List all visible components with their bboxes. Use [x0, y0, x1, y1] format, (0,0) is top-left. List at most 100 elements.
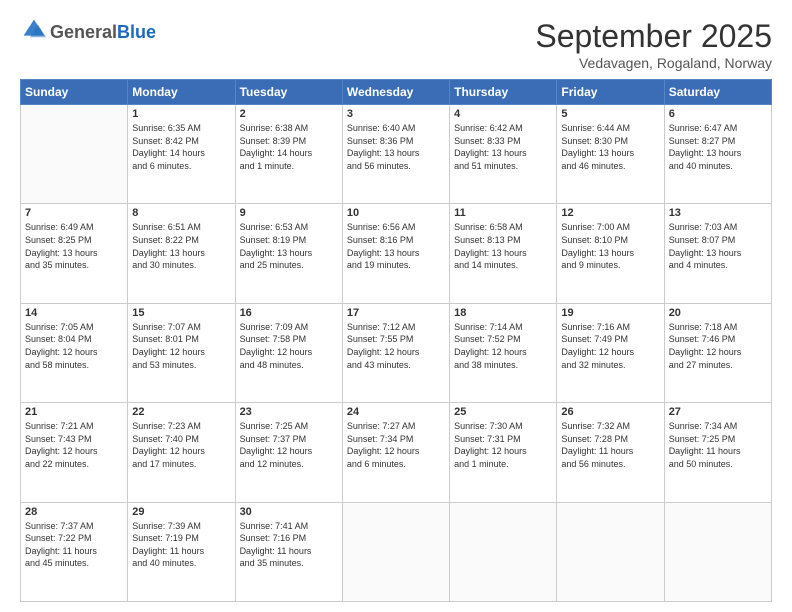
day-number: 21: [25, 406, 123, 418]
calendar-cell: 12 Sunrise: 7:00 AM Sunset: 8:10 PM Dayli…: [557, 204, 664, 303]
day-number: 18: [454, 307, 552, 319]
day-number: 27: [669, 406, 767, 418]
day-info: Sunrise: 6:40 AM Sunset: 8:36 PM Dayligh…: [347, 122, 445, 172]
day-info: Sunrise: 7:09 AM Sunset: 7:58 PM Dayligh…: [240, 321, 338, 371]
calendar-cell: 24Sunrise: 7:27 AM Sunset: 7:34 PM Dayli…: [342, 403, 449, 502]
day-number: 3: [347, 108, 445, 120]
logo: GeneralBlue: [20, 18, 156, 47]
location-subtitle: Vedavagen, Rogaland, Norway: [535, 55, 772, 71]
calendar-cell: 23 Sunrise: 7:25 AM Sunset: 7:37 PM Dayli…: [235, 403, 342, 502]
calendar-cell: 9 Sunrise: 6:53 AM Sunset: 8:19 PM Daylig…: [235, 204, 342, 303]
day-info: Sunrise: 7:07 AM Sunset: 8:01 PM Dayligh…: [132, 321, 230, 371]
day-number: 4: [454, 108, 552, 120]
day-number: 20: [669, 307, 767, 319]
day-info: Sunrise: 6:53 AM Sunset: 8:19 PM Dayligh…: [240, 221, 338, 271]
day-info: Sunrise: 7:34 AM Sunset: 7:25 PM Dayligh…: [669, 420, 767, 470]
day-number: 12: [561, 207, 659, 219]
day-number: 15: [132, 307, 230, 319]
day-number: 22: [132, 406, 230, 418]
day-info: Sunrise: 7:27 AM Sunset: 7:34 PM Dayligh…: [347, 420, 445, 470]
header: GeneralBlue September 2025 Vedavagen, Ro…: [20, 18, 772, 71]
calendar-cell: [664, 502, 771, 601]
calendar-cell: 30Sunrise: 7:41 AM Sunset: 7:16 PM Dayli…: [235, 502, 342, 601]
calendar-week-row: 7Sunrise: 6:49 AM Sunset: 8:25 PM Daylig…: [21, 204, 772, 303]
day-info: Sunrise: 7:37 AM Sunset: 7:22 PM Dayligh…: [25, 520, 123, 570]
day-info: Sunrise: 7:00 AM Sunset: 8:10 PM Dayligh…: [561, 221, 659, 271]
calendar-cell: [342, 502, 449, 601]
day-info: Sunrise: 7:21 AM Sunset: 7:43 PM Dayligh…: [25, 420, 123, 470]
day-number: 14: [25, 307, 123, 319]
calendar-week-row: 14 Sunrise: 7:05 AM Sunset: 8:04 PM Dayli…: [21, 303, 772, 402]
day-number: 23: [240, 406, 338, 418]
day-number: 26: [561, 406, 659, 418]
logo-general-text: General: [50, 22, 117, 42]
calendar-cell: 25 Sunrise: 7:30 AM Sunset: 7:31 PM Dayli…: [450, 403, 557, 502]
day-info: Sunrise: 7:25 AM Sunset: 7:37 PM Dayligh…: [240, 420, 338, 470]
day-number: 1: [132, 108, 230, 120]
calendar-table: Sunday Monday Tuesday Wednesday Thursday…: [20, 79, 772, 602]
day-number: 6: [669, 108, 767, 120]
calendar-cell: [557, 502, 664, 601]
day-number: 17: [347, 307, 445, 319]
day-info: Sunrise: 6:35 AM Sunset: 8:42 PM Dayligh…: [132, 122, 230, 172]
calendar-cell: 2 Sunrise: 6:38 AM Sunset: 8:39 PM Daylig…: [235, 105, 342, 204]
calendar-cell: 16 Sunrise: 7:09 AM Sunset: 7:58 PM Dayli…: [235, 303, 342, 402]
day-number: 7: [25, 207, 123, 219]
day-info: Sunrise: 7:16 AM Sunset: 7:49 PM Dayligh…: [561, 321, 659, 371]
day-info: Sunrise: 7:05 AM Sunset: 8:04 PM Dayligh…: [25, 321, 123, 371]
day-number: 2: [240, 108, 338, 120]
calendar-cell: 15 Sunrise: 7:07 AM Sunset: 8:01 PM Dayli…: [128, 303, 235, 402]
day-info: Sunrise: 6:42 AM Sunset: 8:33 PM Dayligh…: [454, 122, 552, 172]
day-number: 13: [669, 207, 767, 219]
day-info: Sunrise: 6:58 AM Sunset: 8:13 PM Dayligh…: [454, 221, 552, 271]
day-info: Sunrise: 6:38 AM Sunset: 8:39 PM Dayligh…: [240, 122, 338, 172]
page: GeneralBlue September 2025 Vedavagen, Ro…: [0, 0, 792, 612]
col-thursday: Thursday: [450, 80, 557, 105]
day-number: 16: [240, 307, 338, 319]
day-info: Sunrise: 7:32 AM Sunset: 7:28 PM Dayligh…: [561, 420, 659, 470]
day-number: 10: [347, 207, 445, 219]
day-info: Sunrise: 7:18 AM Sunset: 7:46 PM Dayligh…: [669, 321, 767, 371]
day-info: Sunrise: 7:12 AM Sunset: 7:55 PM Dayligh…: [347, 321, 445, 371]
calendar-cell: 7Sunrise: 6:49 AM Sunset: 8:25 PM Daylig…: [21, 204, 128, 303]
col-tuesday: Tuesday: [235, 80, 342, 105]
calendar-cell: 10Sunrise: 6:56 AM Sunset: 8:16 PM Dayli…: [342, 204, 449, 303]
calendar-cell: 17 Sunrise: 7:12 AM Sunset: 7:55 PM Dayli…: [342, 303, 449, 402]
day-info: Sunrise: 6:44 AM Sunset: 8:30 PM Dayligh…: [561, 122, 659, 172]
calendar-cell: 22 Sunrise: 7:23 AM Sunset: 7:40 PM Dayli…: [128, 403, 235, 502]
calendar-cell: 28 Sunrise: 7:37 AM Sunset: 7:22 PM Dayli…: [21, 502, 128, 601]
day-number: 8: [132, 207, 230, 219]
day-number: 11: [454, 207, 552, 219]
col-saturday: Saturday: [664, 80, 771, 105]
day-info: Sunrise: 6:47 AM Sunset: 8:27 PM Dayligh…: [669, 122, 767, 172]
calendar-week-row: 28 Sunrise: 7:37 AM Sunset: 7:22 PM Dayli…: [21, 502, 772, 601]
day-number: 9: [240, 207, 338, 219]
calendar-header-row: Sunday Monday Tuesday Wednesday Thursday…: [21, 80, 772, 105]
calendar-cell: 6 Sunrise: 6:47 AM Sunset: 8:27 PM Daylig…: [664, 105, 771, 204]
calendar-cell: 27 Sunrise: 7:34 AM Sunset: 7:25 PM Dayli…: [664, 403, 771, 502]
day-number: 25: [454, 406, 552, 418]
calendar-cell: 29Sunrise: 7:39 AM Sunset: 7:19 PM Dayli…: [128, 502, 235, 601]
day-number: 28: [25, 506, 123, 518]
day-info: Sunrise: 7:23 AM Sunset: 7:40 PM Dayligh…: [132, 420, 230, 470]
calendar-cell: 26 Sunrise: 7:32 AM Sunset: 7:28 PM Dayli…: [557, 403, 664, 502]
calendar-cell: 21 Sunrise: 7:21 AM Sunset: 7:43 PM Dayli…: [21, 403, 128, 502]
calendar-cell: 3 Sunrise: 6:40 AM Sunset: 8:36 PM Daylig…: [342, 105, 449, 204]
day-number: 19: [561, 307, 659, 319]
day-info: Sunrise: 7:30 AM Sunset: 7:31 PM Dayligh…: [454, 420, 552, 470]
calendar-cell: [450, 502, 557, 601]
calendar-cell: 19 Sunrise: 7:16 AM Sunset: 7:49 PM Dayli…: [557, 303, 664, 402]
day-info: Sunrise: 7:14 AM Sunset: 7:52 PM Dayligh…: [454, 321, 552, 371]
calendar-cell: 11 Sunrise: 6:58 AM Sunset: 8:13 PM Dayli…: [450, 204, 557, 303]
col-wednesday: Wednesday: [342, 80, 449, 105]
logo-blue-text: Blue: [117, 22, 156, 42]
calendar-week-row: 21 Sunrise: 7:21 AM Sunset: 7:43 PM Dayli…: [21, 403, 772, 502]
calendar-cell: 20 Sunrise: 7:18 AM Sunset: 7:46 PM Dayli…: [664, 303, 771, 402]
title-block: September 2025 Vedavagen, Rogaland, Norw…: [535, 18, 772, 71]
calendar-cell: 4 Sunrise: 6:42 AM Sunset: 8:33 PM Daylig…: [450, 105, 557, 204]
day-info: Sunrise: 6:51 AM Sunset: 8:22 PM Dayligh…: [132, 221, 230, 271]
calendar-cell: [21, 105, 128, 204]
calendar-cell: 18 Sunrise: 7:14 AM Sunset: 7:52 PM Dayli…: [450, 303, 557, 402]
col-sunday: Sunday: [21, 80, 128, 105]
calendar-cell: 8 Sunrise: 6:51 AM Sunset: 8:22 PM Daylig…: [128, 204, 235, 303]
